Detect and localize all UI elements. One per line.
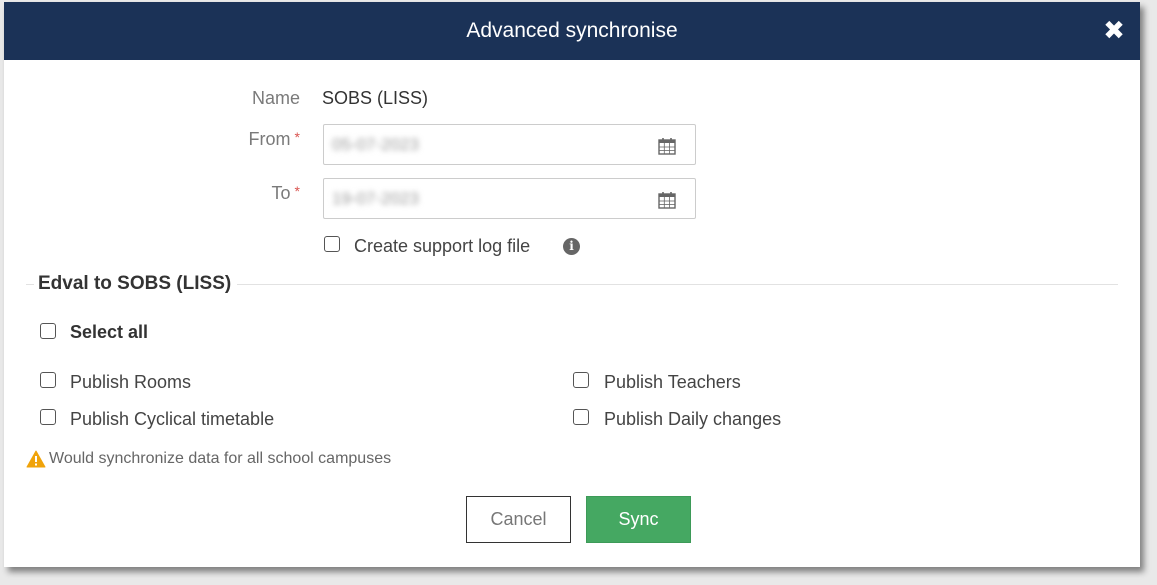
to-label: To *	[204, 183, 300, 204]
publish-cyclical-label[interactable]: Publish Cyclical timetable	[70, 409, 274, 430]
select-all-checkbox[interactable]	[40, 323, 56, 339]
to-label-text: To	[271, 183, 291, 203]
dialog-title: Advanced synchronise	[466, 19, 678, 42]
cancel-button[interactable]: Cancel	[466, 496, 571, 543]
support-log-label[interactable]: Create support log file	[354, 236, 530, 257]
close-icon[interactable]: ✖	[1100, 16, 1128, 44]
publish-rooms-label[interactable]: Publish Rooms	[70, 372, 191, 393]
warning-icon	[26, 450, 46, 468]
from-label-text: From	[248, 129, 291, 149]
from-date-input[interactable]: 05-07-2023	[323, 124, 696, 165]
publish-daily-label[interactable]: Publish Daily changes	[604, 409, 781, 430]
select-all-label[interactable]: Select all	[70, 322, 148, 343]
publish-rooms-checkbox[interactable]	[40, 372, 56, 388]
from-date-value: 05-07-2023	[332, 135, 419, 154]
publish-teachers-checkbox[interactable]	[573, 372, 589, 388]
required-marker: *	[294, 129, 300, 145]
required-marker: *	[294, 183, 300, 199]
calendar-icon[interactable]	[657, 136, 677, 156]
support-log-checkbox[interactable]	[324, 236, 340, 252]
section-title: Edval to SOBS (LISS)	[34, 273, 238, 295]
name-label: Name	[251, 88, 300, 108]
calendar-icon[interactable]	[657, 190, 677, 210]
warning-text: Would synchronize data for all school ca…	[49, 450, 392, 467]
info-icon[interactable]: i	[563, 238, 580, 255]
dialog-header: Advanced synchronise ✖	[4, 2, 1140, 60]
publish-cyclical-checkbox[interactable]	[40, 409, 56, 425]
publish-daily-checkbox[interactable]	[573, 409, 589, 425]
to-date-input[interactable]: 19-07-2023	[323, 178, 696, 219]
publish-teachers-label[interactable]: Publish Teachers	[604, 372, 741, 393]
advanced-synchronise-dialog: Advanced synchronise ✖ Name SOBS (LISS) …	[4, 2, 1140, 567]
from-label: From *	[204, 129, 300, 150]
sync-button[interactable]: Sync	[586, 496, 691, 543]
to-date-value: 19-07-2023	[332, 189, 419, 208]
name-value: SOBS (LISS)	[322, 88, 429, 108]
